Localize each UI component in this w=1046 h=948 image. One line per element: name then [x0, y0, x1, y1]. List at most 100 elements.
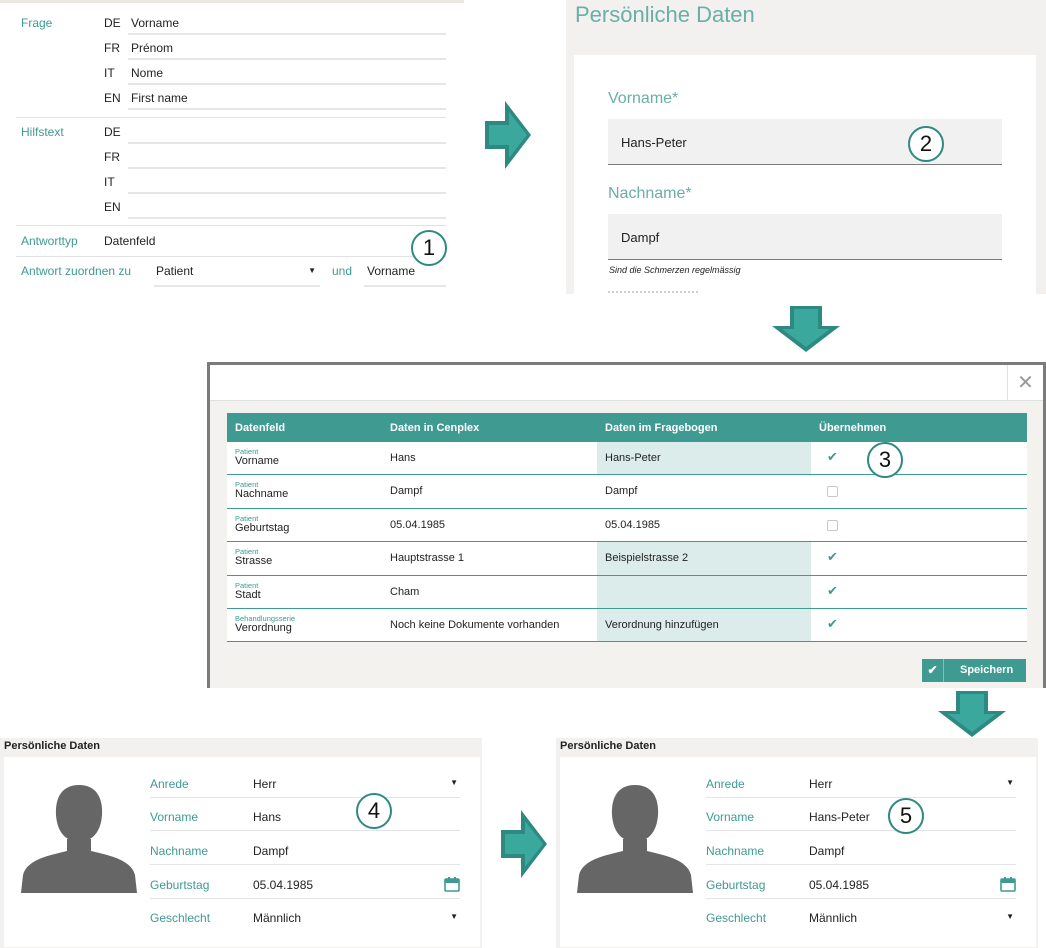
table-row: Behandlungsserie Verordnung Noch keine Do…: [227, 608, 1027, 643]
und-value: Vorname: [367, 264, 416, 278]
field-label: Geschlecht: [150, 911, 211, 925]
check-icon: ✔: [827, 582, 838, 598]
field-name: Geburtstag: [235, 521, 290, 534]
field-label: Geschlecht: [706, 911, 767, 925]
frage-fr-input[interactable]: Prénom: [128, 36, 446, 60]
checkbox-empty[interactable]: [827, 486, 838, 498]
check-icon: ✔: [827, 549, 838, 565]
zuordnen-select[interactable]: Patient ▼: [154, 261, 320, 287]
fragebogen-value: Beispielstrasse 2: [597, 542, 811, 575]
field-value: Männlich: [253, 911, 302, 925]
frage-lang-it: IT: [104, 66, 115, 80]
avatar-silhouette-icon: [21, 785, 137, 893]
nachname-field[interactable]: Nachname Dampf: [150, 832, 460, 865]
frage-de-input[interactable]: Vorname: [128, 11, 446, 35]
vorname-field[interactable]: Vorname Hans-Peter: [706, 798, 1016, 831]
field-name: Vorname: [235, 455, 280, 467]
table-row: Patient Stadt Cham ✔: [227, 575, 1027, 609]
personal-data-card: Anrede Herr ▼ Vorname Hans Nachname Damp…: [4, 757, 480, 947]
anrede-field[interactable]: Anrede Herr ▼: [150, 765, 460, 798]
hilfstext-de-input[interactable]: [128, 120, 446, 144]
nachname-field[interactable]: Nachname Dampf: [706, 832, 1016, 865]
field-value: Herr: [809, 777, 833, 791]
table-row: Patient Strasse Hauptstrasse 1 Beispielst…: [227, 542, 1027, 576]
chevron-down-icon: ▼: [308, 266, 316, 275]
uebernehmen-checkbox[interactable]: ✔: [827, 542, 847, 574]
field-label: Anrede: [150, 777, 189, 791]
personal-data-after: Persönliche Daten Anrede Herr ▼ Vorname …: [556, 738, 1038, 948]
col-cenplex: Daten in Cenplex: [390, 422, 480, 434]
arrow-right-icon: [499, 808, 549, 881]
frage-en-input[interactable]: First name: [128, 86, 446, 110]
field-name: Strasse: [235, 555, 273, 568]
frage-lang-de: DE: [104, 16, 121, 30]
hint-text: Sind die Schmerzen regelmässig: [609, 265, 741, 275]
hilfstext-label: Hilfstext: [21, 125, 64, 139]
chevron-down-icon: ▼: [450, 912, 458, 921]
uebernehmen-checkbox[interactable]: ✔: [827, 442, 847, 474]
save-button[interactable]: ✔ Speichern: [922, 659, 1026, 682]
question-editor-panel: Frage DE Vorname FR Prénom IT Nome EN Fi…: [0, 0, 464, 294]
personal-data-card: Anrede Herr ▼ Vorname Hans-Peter Nachnam…: [560, 757, 1036, 947]
personal-data-before: Persönliche Daten Anrede Herr ▼ Vorname …: [0, 738, 482, 948]
uebernehmen-checkbox[interactable]: [827, 509, 847, 541]
fragebogen-value: Hans-Peter: [597, 442, 811, 475]
geburtstag-field[interactable]: Geburtstag 05.04.1985: [706, 866, 1016, 899]
divider: [16, 117, 446, 118]
field-value: 05.04.1985: [809, 878, 870, 892]
fragebogen-value: Dampf: [605, 485, 638, 498]
vorname-field[interactable]: Vorname Hans: [150, 798, 460, 831]
col-datenfeld: Datenfeld: [235, 422, 286, 434]
fragebogen-value: [597, 575, 811, 608]
uebernehmen-checkbox[interactable]: ✔: [827, 609, 847, 641]
anrede-field[interactable]: Anrede Herr ▼: [706, 765, 1016, 798]
uebernehmen-checkbox[interactable]: [827, 475, 847, 507]
checkbox-empty[interactable]: [827, 519, 838, 531]
und-label: und: [332, 264, 353, 278]
step-marker-5: 5: [888, 798, 924, 834]
antworttyp-value[interactable]: Datenfeld: [104, 234, 155, 248]
geburtstag-field[interactable]: Geburtstag 05.04.1985: [150, 866, 460, 899]
step-marker-2: 2: [908, 126, 944, 162]
calendar-icon[interactable]: [1000, 876, 1016, 892]
step-marker-4: 4: [356, 793, 392, 829]
save-label: Speichern: [960, 664, 1014, 676]
check-icon: ✔: [827, 615, 838, 631]
frage-lang-fr: FR: [104, 41, 120, 55]
field-value: Hans-Peter: [809, 810, 870, 824]
compare-table: Datenfeld Daten in Cenplex Daten im Frag…: [227, 413, 1027, 643]
avatar-silhouette-icon: [577, 785, 693, 893]
geschlecht-field[interactable]: Geschlecht Männlich ▼: [150, 899, 460, 932]
field-label: Vorname: [706, 810, 755, 824]
table-row: Patient Geburtstag 05.04.1985 05.04.1985: [227, 508, 1027, 543]
divider: [16, 225, 446, 226]
hilfstext-en-input[interactable]: [128, 195, 446, 219]
check-icon: ✔: [827, 449, 838, 464]
calendar-icon[interactable]: [444, 876, 460, 892]
uebernehmen-checkbox[interactable]: ✔: [827, 576, 847, 608]
cenplex-value: Noch keine Dokumente vorhanden: [390, 618, 560, 631]
vorname-label: Vorname*: [608, 90, 679, 107]
geschlecht-field[interactable]: Geschlecht Männlich ▼: [706, 899, 1016, 932]
form-title: Persönliche Daten: [575, 2, 755, 27]
nachname-input[interactable]: Dampf: [608, 214, 1002, 260]
hilfstext-lang-en: EN: [104, 200, 121, 214]
cenplex-value: 05.04.1985: [390, 518, 446, 531]
cenplex-value: Cham: [390, 585, 420, 598]
hilfstext-lang-fr: FR: [104, 150, 120, 164]
hilfstext-it-input[interactable]: [128, 170, 446, 194]
hilfstext-lang-de: DE: [104, 125, 121, 139]
next-question-stub: [608, 291, 698, 294]
section-title: Persönliche Daten: [4, 740, 100, 752]
arrow-right-icon: [483, 99, 533, 172]
field-label: Geburtstag: [706, 878, 766, 892]
close-icon[interactable]: ✕: [1007, 365, 1043, 401]
hilfstext-fr-input[interactable]: [128, 145, 446, 169]
cenplex-value: Dampf: [390, 485, 423, 498]
frage-it-input[interactable]: Nome: [128, 61, 446, 85]
frage-lang-en: EN: [104, 91, 121, 105]
hilfstext-lang-it: IT: [104, 175, 115, 189]
antworttyp-label: Antworttyp: [21, 234, 78, 248]
table-row: Patient Nachname Dampf Dampf: [227, 475, 1027, 509]
field-name: Verordnung: [235, 621, 292, 634]
